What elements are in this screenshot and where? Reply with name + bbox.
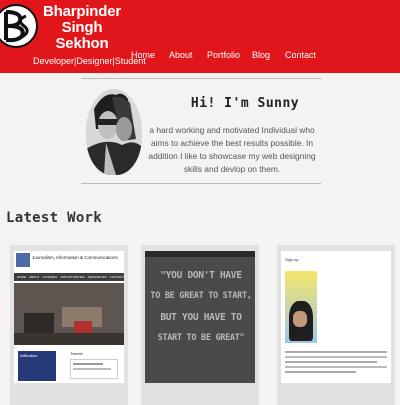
quote-line: "YOU DON'T HAVE: [160, 270, 242, 281]
nav-about[interactable]: About: [169, 50, 193, 60]
quote-line: BUT YOU HAVE TO: [160, 312, 242, 323]
thumbnail-body-text-3: [285, 351, 387, 373]
site-logo-icon: [16, 253, 30, 267]
thumbnail-hero-image-1: [14, 283, 124, 345]
portfolio-thumbnail-3[interactable]: Sign up: [281, 251, 391, 383]
divider-top: [81, 78, 321, 79]
portfolio-card-1[interactable]: Journalism, Information & Communications…: [10, 245, 128, 405]
nav-contact[interactable]: Contact: [285, 50, 316, 60]
intro-greeting: Hi! I'm Sunny: [190, 96, 300, 111]
thumbnail-lower-label: Infiltration: [20, 353, 38, 358]
thumbnail-menu-item: OPPORTUNITIES: [60, 275, 85, 279]
thumbnail-title-1: Journalism, Information & Communications: [32, 255, 118, 260]
thumbnail-title-3: Sign up: [285, 257, 299, 262]
thumbnail-menu-1: HOME ABOUT COURSES OPPORTUNITIES RESOURC…: [14, 273, 124, 281]
thumbnail-quote-2: "YOU DON'T HAVE TO BE GREAT TO START, BU…: [149, 265, 253, 349]
thumbnail-tweets-box: [70, 359, 118, 379]
thumbnail-menu-item: HOME: [17, 275, 26, 279]
thumbnail-menu-item: ABOUT: [29, 275, 40, 279]
brand-name: Bharpinder Singh Sekhon: [32, 4, 132, 52]
portfolio-card-2[interactable]: "YOU DON'T HAVE TO BE GREAT TO START, BU…: [141, 245, 259, 405]
divider-bottom: [81, 183, 321, 184]
quote-line: START TO BE GREAT": [157, 333, 245, 343]
thumbnail-lower-image-1: Infiltration: [18, 351, 56, 381]
site-header: Bharpinder Singh Sekhon Developer|Design…: [0, 0, 400, 73]
thumbnail-menu-item: COURSES: [42, 275, 58, 279]
thumbnail-menu-item: CONTACT: [109, 275, 124, 279]
nav-home[interactable]: Home: [131, 50, 155, 60]
nav-blog[interactable]: Blog: [252, 50, 270, 60]
intro-text: a hard working and motivated Individual …: [148, 125, 316, 174]
portfolio-thumbnail-1[interactable]: Journalism, Information & Communications…: [14, 251, 124, 383]
portfolio-card-3[interactable]: Sign up: [277, 245, 395, 405]
brand-name-line2: Sekhon: [55, 35, 109, 52]
thumbnail-menu-item: RESOURCES: [87, 275, 107, 279]
brand-name-line1: Bharpinder Singh: [42, 3, 121, 36]
nav-portfolio[interactable]: Portfolio: [207, 50, 240, 60]
profile-avatar: [86, 89, 142, 175]
thumbnail-side-heading: Tweets: [70, 351, 83, 356]
latest-work-heading: Latest Work: [6, 210, 103, 226]
thumbnail-artwork-3: [285, 271, 317, 343]
thumbnail-topbar-2: [145, 251, 255, 257]
quote-line: TO BE GREAT TO START,: [150, 291, 252, 301]
portfolio-thumbnail-2[interactable]: "YOU DON'T HAVE TO BE GREAT TO START, BU…: [145, 251, 255, 383]
brand-tagline: Developer|Designer|Student: [33, 56, 146, 66]
